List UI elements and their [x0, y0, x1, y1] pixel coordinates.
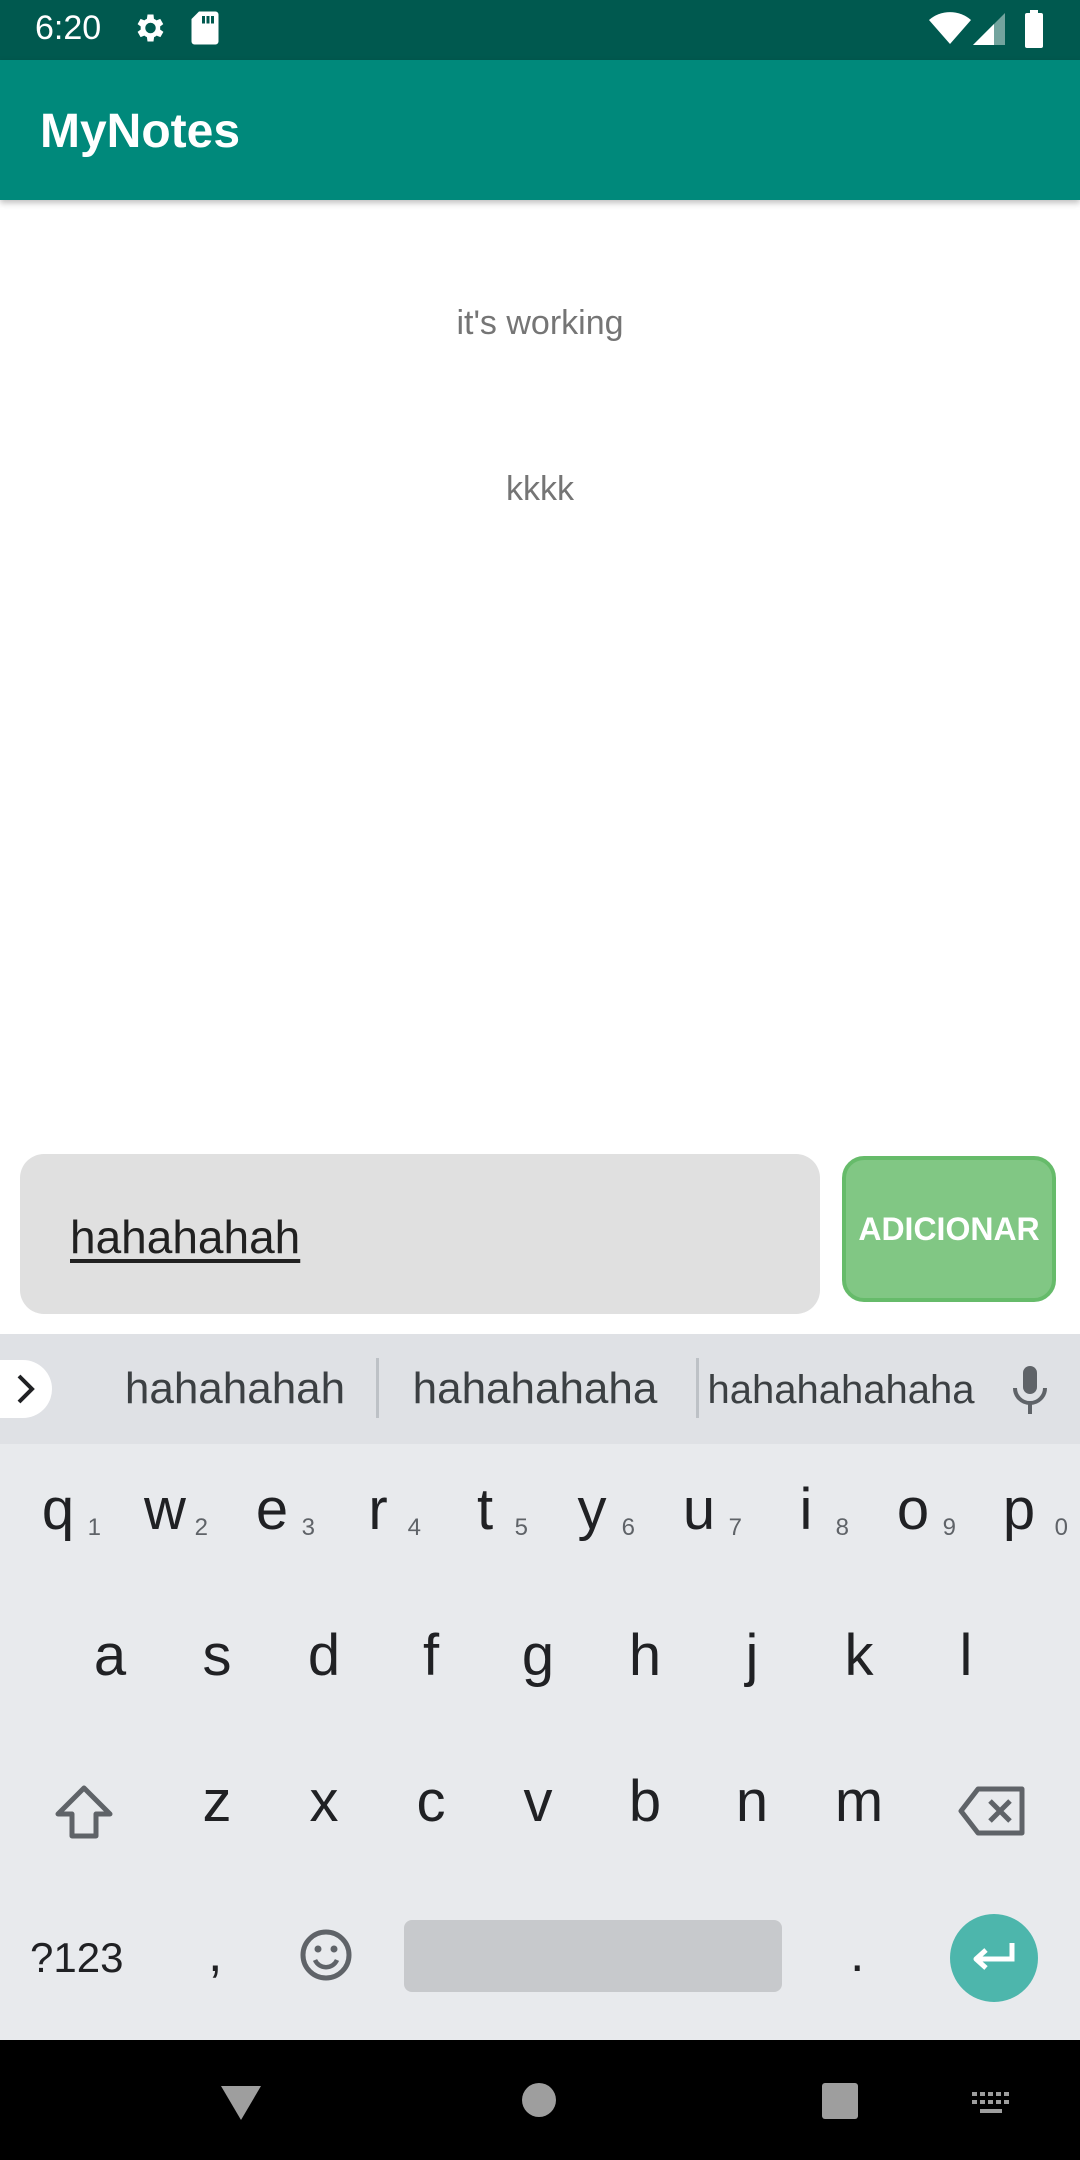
- recents-icon[interactable]: [821, 2082, 859, 2125]
- app-title: MyNotes: [40, 105, 241, 158]
- emoji-icon[interactable]: [298, 1927, 354, 1988]
- key-label: t: [476, 1477, 494, 1542]
- add-button[interactable]: ADICIONAR: [842, 1156, 1056, 1302]
- key-number: 3: [301, 1514, 315, 1541]
- space-key[interactable]: [404, 1920, 782, 1992]
- key-w[interactable]: w2: [112, 1450, 218, 1570]
- status-bar: 6:20: [0, 0, 1080, 60]
- key-o[interactable]: o9: [860, 1450, 966, 1570]
- key-l[interactable]: l: [913, 1596, 1019, 1716]
- microphone-icon[interactable]: [1010, 1364, 1050, 1421]
- key-s[interactable]: s: [164, 1596, 270, 1716]
- note-input-value[interactable]: hahahahah: [70, 1210, 300, 1264]
- key-d[interactable]: d: [271, 1596, 377, 1716]
- back-icon[interactable]: [219, 2084, 263, 2127]
- key-u[interactable]: u7: [646, 1450, 752, 1570]
- key-e[interactable]: e3: [219, 1450, 325, 1570]
- key-b[interactable]: b: [592, 1742, 698, 1862]
- period-key[interactable]: .: [850, 1924, 864, 1984]
- chevron-right-icon[interactable]: [0, 1360, 52, 1418]
- key-number: 5: [514, 1514, 528, 1541]
- suggestion-divider: [696, 1358, 699, 1418]
- key-p[interactable]: p0: [966, 1450, 1072, 1570]
- key-t[interactable]: t5: [432, 1450, 538, 1570]
- key-c[interactable]: c: [378, 1742, 484, 1862]
- list-item[interactable]: it's working: [0, 304, 1080, 343]
- key-label: o: [896, 1477, 930, 1542]
- suggestion-2[interactable]: hahahahaha: [392, 1364, 678, 1414]
- suggestion-divider: [376, 1358, 379, 1418]
- key-label: r: [368, 1477, 388, 1542]
- backspace-icon[interactable]: [958, 1786, 1026, 1841]
- signal-icon: [972, 12, 1006, 51]
- key-x[interactable]: x: [271, 1742, 377, 1862]
- app-bar: MyNotes: [0, 60, 1080, 200]
- key-label: w: [144, 1477, 186, 1542]
- enter-icon[interactable]: [950, 1914, 1038, 2002]
- key-number: 9: [942, 1514, 956, 1541]
- key-k[interactable]: k: [806, 1596, 912, 1716]
- key-number: 1: [87, 1514, 101, 1541]
- suggestion-3[interactable]: hahahahahaha: [706, 1368, 976, 1413]
- key-number: 0: [1054, 1514, 1068, 1541]
- navigation-bar: [0, 2040, 1080, 2160]
- key-n[interactable]: n: [699, 1742, 805, 1862]
- key-number: 7: [728, 1514, 742, 1541]
- gear-icon: [131, 10, 167, 51]
- key-a[interactable]: a: [57, 1596, 163, 1716]
- key-label: p: [1002, 1477, 1036, 1542]
- suggestion-1[interactable]: hahahahah: [110, 1364, 360, 1414]
- suggestion-bar: hahahahah hahahahaha hahahahahaha: [0, 1334, 1080, 1444]
- key-m[interactable]: m: [806, 1742, 912, 1862]
- key-label: e: [255, 1477, 289, 1542]
- key-label: q: [41, 1477, 75, 1542]
- keyboard-switch-icon[interactable]: [970, 2090, 1012, 2123]
- wifi-icon: [928, 12, 972, 51]
- key-label: y: [577, 1477, 607, 1542]
- key-y[interactable]: y6: [539, 1450, 645, 1570]
- key-f[interactable]: f: [378, 1596, 484, 1716]
- key-q[interactable]: q1: [5, 1450, 111, 1570]
- comma-key[interactable]: ,: [208, 1924, 222, 1984]
- key-number: 2: [194, 1514, 208, 1541]
- key-number: 4: [407, 1514, 421, 1541]
- battery-icon: [1024, 10, 1044, 53]
- status-time: 6:20: [35, 9, 102, 47]
- key-r[interactable]: r4: [325, 1450, 431, 1570]
- key-z[interactable]: z: [164, 1742, 270, 1862]
- home-icon[interactable]: [521, 2082, 557, 2123]
- soft-keyboard: hahahahah hahahahaha hahahahahaha q1 w2 …: [0, 1334, 1080, 2040]
- symbols-key[interactable]: ?123: [30, 1934, 123, 1982]
- shift-icon[interactable]: [52, 1784, 116, 1845]
- key-label: i: [799, 1477, 813, 1542]
- sd-card-icon: [190, 10, 220, 51]
- note-input[interactable]: hahahahah: [20, 1154, 820, 1314]
- key-g[interactable]: g: [485, 1596, 591, 1716]
- key-label: u: [682, 1477, 716, 1542]
- key-i[interactable]: i8: [753, 1450, 859, 1570]
- key-v[interactable]: v: [485, 1742, 591, 1862]
- key-j[interactable]: j: [699, 1596, 805, 1716]
- key-h[interactable]: h: [592, 1596, 698, 1716]
- list-item[interactable]: kkkk: [0, 470, 1080, 509]
- key-number: 6: [621, 1514, 635, 1541]
- key-number: 8: [835, 1514, 849, 1541]
